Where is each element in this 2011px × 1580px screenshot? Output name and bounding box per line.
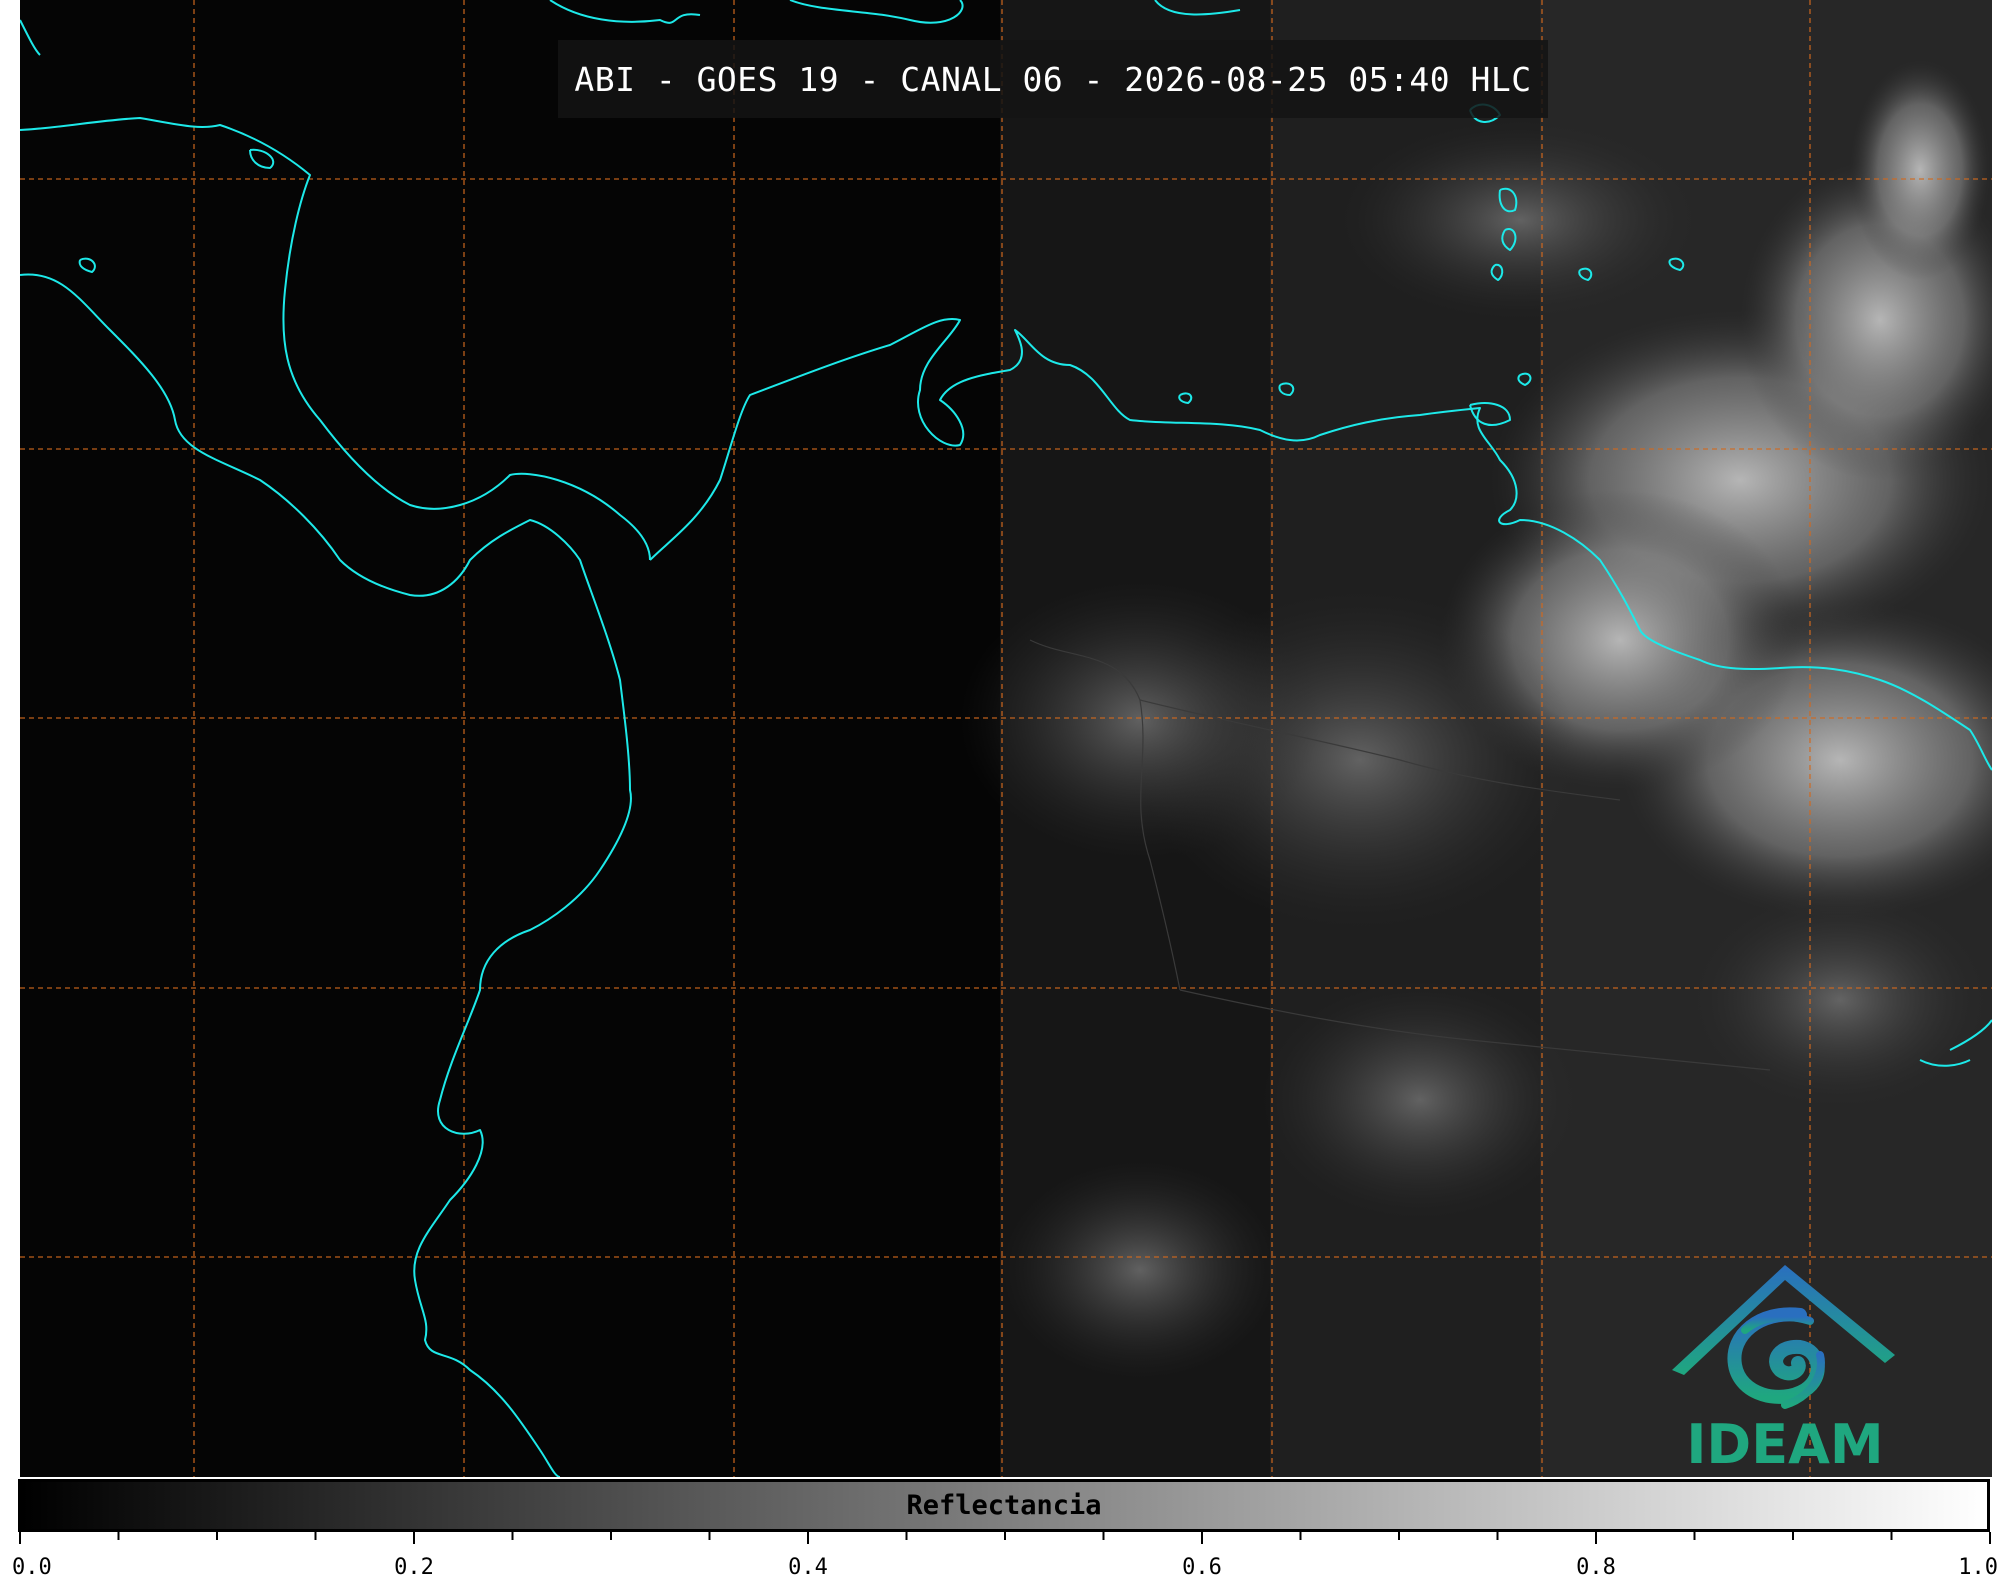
colorbar-tick-label: 0.2 — [394, 1555, 434, 1580]
satellite-map[interactable]: ABI - GOES 19 - CANAL 06 - 2026-08-25 05… — [20, 0, 1992, 1477]
colorbar-ticks — [19, 1532, 1991, 1544]
ideam-logo: IDEAM — [1660, 1255, 1910, 1476]
colorbar-tick-label: 0.6 — [1182, 1555, 1222, 1580]
colorbar-tick-label: 0.8 — [1576, 1555, 1616, 1580]
colorbar-tick-label: 1.0 — [1958, 1555, 1998, 1580]
colorbar-tick-label: 0.4 — [788, 1555, 828, 1580]
colorbar-label: Reflectancia — [906, 1490, 1102, 1521]
map-title: ABI - GOES 19 - CANAL 06 - 2026-08-25 05… — [574, 59, 1532, 99]
ideam-emblem-icon — [1672, 1265, 1895, 1409]
colorbar: Reflectancia — [18, 1479, 1990, 1532]
colorbar-tick-label: 0.0 — [12, 1555, 52, 1580]
title-box: ABI - GOES 19 - CANAL 06 - 2026-08-25 05… — [558, 40, 1548, 118]
logo-text: IDEAM — [1686, 1413, 1884, 1476]
